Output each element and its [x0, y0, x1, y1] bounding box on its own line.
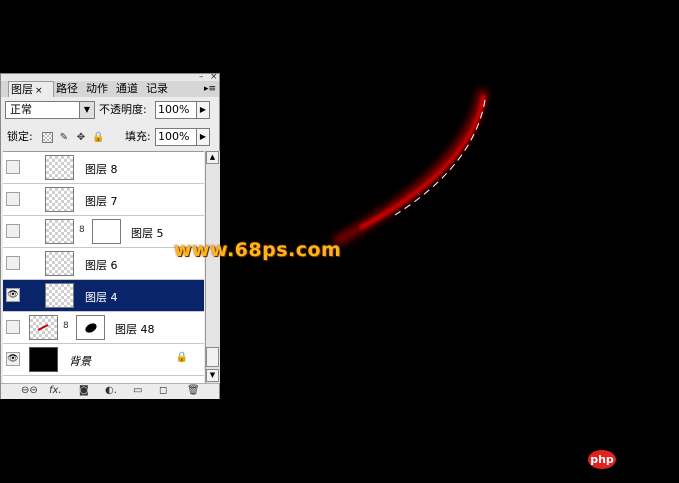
- layer-row[interactable]: 图层 7: [3, 184, 204, 216]
- visibility-toggle[interactable]: [6, 256, 20, 270]
- layer-mask-thumbnail[interactable]: [76, 315, 105, 340]
- scroll-down-icon[interactable]: ▼: [206, 369, 219, 382]
- fill-label: 填充:: [125, 130, 151, 143]
- link-chain-icon[interactable]: 8: [79, 225, 85, 235]
- layer-row-selected[interactable]: 👁 图层 4: [3, 280, 204, 312]
- layer-thumbnail: [45, 283, 74, 308]
- mask-icon[interactable]: ◙: [79, 385, 89, 397]
- opacity-input[interactable]: 100%: [155, 101, 197, 119]
- layer-thumbnail: [29, 315, 58, 340]
- opacity-label: 不透明度:: [99, 103, 147, 116]
- layer-thumbnail: [45, 219, 74, 244]
- watermark-text: www.68ps.com: [174, 239, 342, 261]
- layers-panel: – × 图层 × 路径 动作 通道 记录 ▸≡ 正常 ▼ 不透明度: 100% ▶…: [0, 73, 220, 399]
- link-icon[interactable]: ⊖⊖: [21, 385, 38, 397]
- blend-mode-value: 正常: [10, 103, 32, 116]
- layer-thumbnail: [45, 251, 74, 276]
- panel-titlebar[interactable]: – ×: [1, 73, 219, 82]
- layer-name: 图层 5: [131, 227, 164, 240]
- new-layer-icon[interactable]: ◻: [159, 385, 167, 397]
- lock-brush-icon[interactable]: ✎: [58, 132, 70, 144]
- trash-icon[interactable]: 🗑: [187, 385, 200, 397]
- lock-icon: 🔒: [175, 352, 188, 363]
- fill-input[interactable]: 100%: [155, 128, 197, 146]
- tab-close-icon[interactable]: ×: [35, 86, 43, 96]
- layer-thumbnail: [45, 187, 74, 212]
- layer-row[interactable]: 图层 8: [3, 152, 204, 184]
- tab-layers[interactable]: 图层 ×: [8, 81, 54, 97]
- tab-history[interactable]: 记录: [144, 81, 170, 97]
- opacity-arrow-button[interactable]: ▶: [196, 101, 210, 119]
- visibility-toggle[interactable]: [6, 320, 20, 334]
- adjustment-icon[interactable]: ◐.: [105, 385, 117, 397]
- layer-mask-thumbnail[interactable]: [92, 219, 121, 244]
- folder-icon[interactable]: ▭: [133, 385, 142, 397]
- panel-bottom-toolbar: ⊖⊖ fx. ◙ ◐. ▭ ◻ 🗑: [1, 383, 219, 399]
- layers-list: 图层 8 图层 7 8 图层 5 图层 6 👁 图层 4 8 图层 48 👁 背…: [3, 151, 204, 384]
- panel-menu-icon[interactable]: ▸≡: [204, 84, 216, 94]
- tab-paths[interactable]: 路径: [54, 81, 80, 97]
- lock-transparency-icon[interactable]: [41, 132, 53, 144]
- tab-channels[interactable]: 通道: [114, 81, 140, 97]
- layer-name: 图层 4: [85, 291, 118, 304]
- panel-tabs: 图层 × 路径 动作 通道 记录: [4, 81, 216, 97]
- visibility-toggle[interactable]: [6, 224, 20, 238]
- layer-thumbnail: [45, 155, 74, 180]
- php-badge: php: [588, 450, 616, 469]
- link-chain-icon[interactable]: 8: [63, 321, 69, 331]
- lock-move-icon[interactable]: ✥: [75, 132, 87, 144]
- tab-layers-label: 图层: [11, 83, 33, 96]
- fx-icon[interactable]: fx.: [49, 385, 62, 397]
- scroll-up-icon[interactable]: ▲: [206, 151, 219, 164]
- layer-name: 图层 48: [115, 323, 155, 336]
- lock-all-icon[interactable]: 🔒: [92, 132, 104, 144]
- eye-icon[interactable]: 👁: [6, 352, 20, 366]
- layer-row[interactable]: 👁 背景 🔒: [3, 344, 204, 376]
- tab-actions[interactable]: 动作: [84, 81, 110, 97]
- layer-name: 背景: [69, 355, 91, 368]
- scroll-thumb[interactable]: [206, 347, 219, 367]
- layer-thumbnail: [29, 347, 58, 372]
- blend-mode-select[interactable]: 正常 ▼: [5, 101, 95, 119]
- fill-arrow-button[interactable]: ▶: [196, 128, 210, 146]
- eye-icon[interactable]: 👁: [6, 288, 20, 302]
- layer-name: 图层 7: [85, 195, 118, 208]
- visibility-toggle[interactable]: [6, 160, 20, 174]
- lock-label: 锁定:: [7, 130, 33, 143]
- layer-name: 图层 6: [85, 259, 118, 272]
- chevron-down-icon[interactable]: ▼: [79, 102, 94, 118]
- visibility-toggle[interactable]: [6, 192, 20, 206]
- layer-name: 图层 8: [85, 163, 118, 176]
- layers-scrollbar[interactable]: ▲ ▼: [205, 151, 220, 383]
- layer-row[interactable]: 8 图层 48: [3, 312, 204, 344]
